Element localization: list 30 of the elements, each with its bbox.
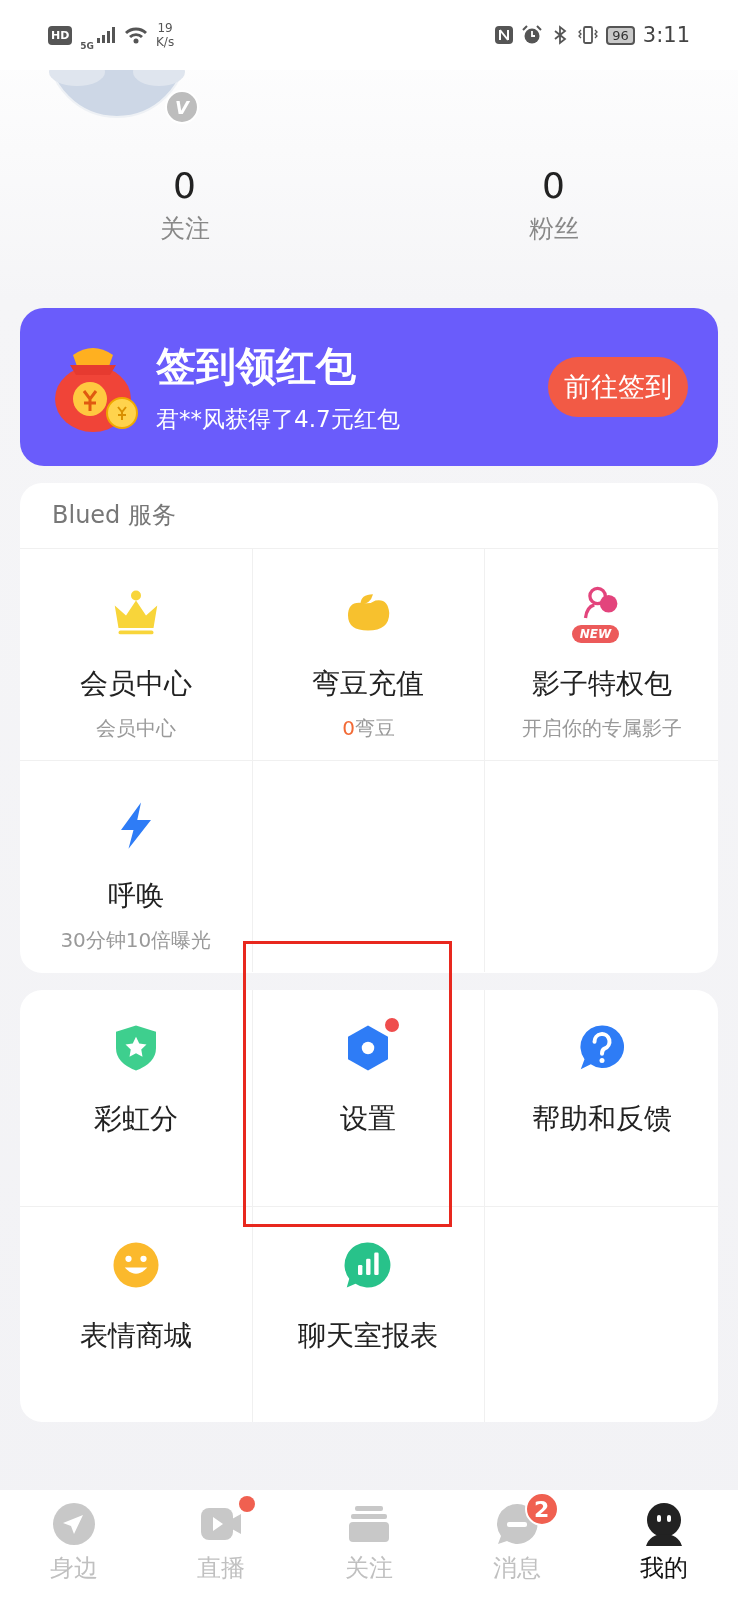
- tool-item[interactable]: 帮助和反馈: [485, 990, 718, 1206]
- banner-title: 签到领红包: [156, 342, 357, 391]
- tool-item[interactable]: 彩虹分: [20, 990, 253, 1206]
- speed-value: 19: [157, 21, 173, 35]
- clock: 3:11: [642, 23, 690, 47]
- stat-value[interactable]: 0: [542, 166, 565, 206]
- nfc-icon: [494, 25, 515, 45]
- verified-badge: V: [165, 90, 199, 124]
- speed-unit: K/s: [156, 35, 175, 49]
- tool-item[interactable]: 设置: [252, 990, 486, 1206]
- tool-item[interactable]: 聊天室报表: [252, 1206, 486, 1422]
- hd-indicator: HD: [48, 25, 73, 45]
- wifi-icon: [124, 26, 148, 44]
- vibrate-icon: [578, 25, 599, 45]
- nav-tab[interactable]: 我的: [590, 1490, 738, 1600]
- service-item[interactable]: 呼唤 30分钟10倍曝光: [20, 760, 253, 972]
- service-item[interactable]: 会员中心 会员中心: [20, 548, 253, 760]
- stat-value[interactable]: 0: [173, 166, 196, 206]
- tool-item[interactable]: 表情商城: [20, 1206, 253, 1422]
- network-type: 5G: [80, 41, 94, 51]
- alarm-icon: [522, 25, 543, 45]
- unread-badge: 2: [524, 1492, 559, 1526]
- banner-subtitle: 君**风获得了4.7元红包: [156, 405, 401, 434]
- service-item[interactable]: NEW 影子特权包 开启你的专属影子: [485, 548, 718, 760]
- section-title: Blued 服务: [51, 500, 177, 531]
- service-item[interactable]: 弯豆充值 0弯豆: [252, 548, 486, 760]
- battery-indicator: 96: [606, 25, 635, 45]
- checkin-banner[interactable]: 签到领红包 君**风获得了4.7元红包 前往签到: [20, 308, 718, 466]
- navigation-icon: [51, 1502, 96, 1546]
- signal-icon: [96, 26, 116, 44]
